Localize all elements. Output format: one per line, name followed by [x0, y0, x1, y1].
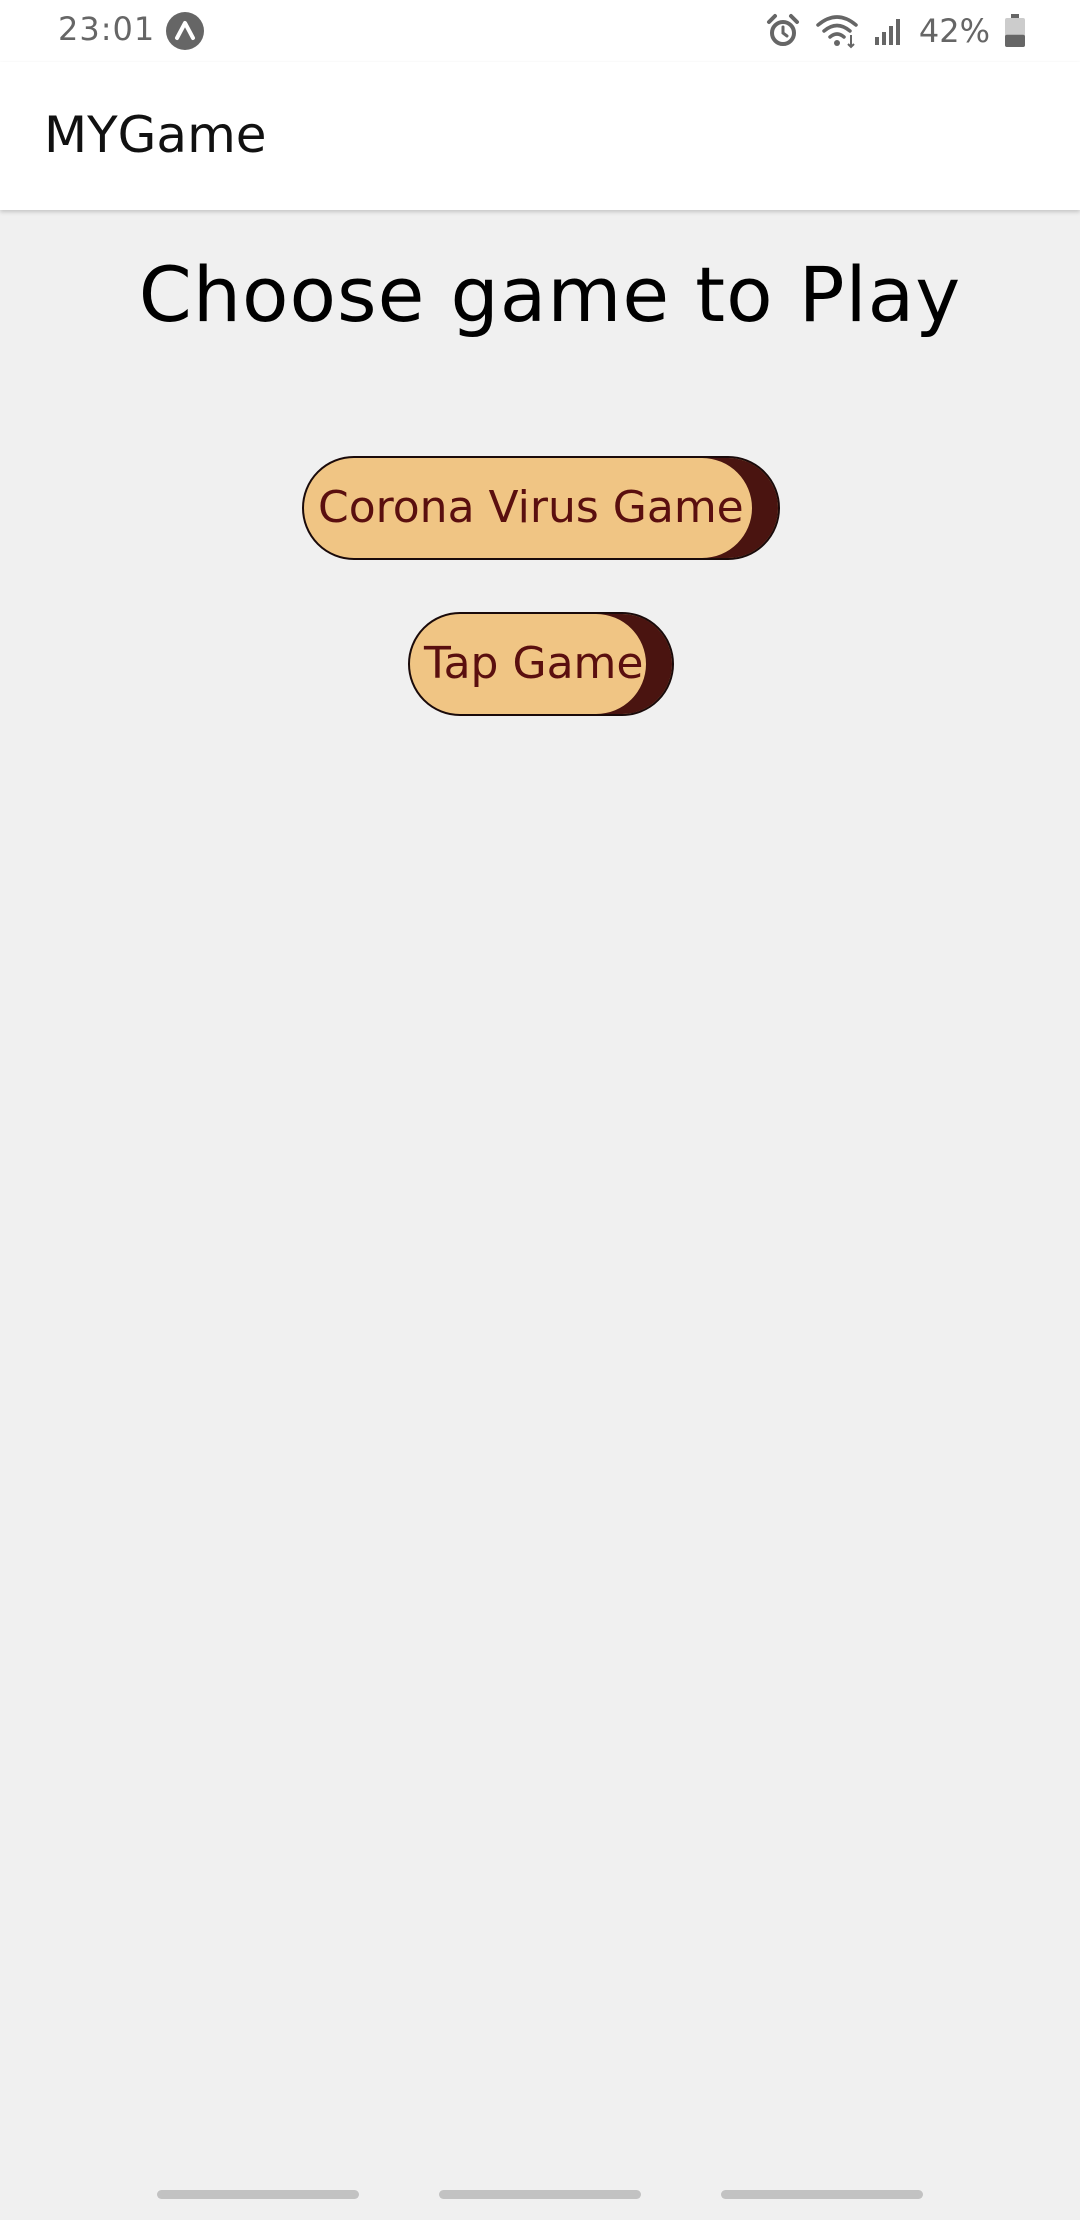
app-bar: MYGame	[0, 62, 1080, 210]
battery-icon	[1004, 14, 1026, 48]
battery-percent: 42%	[918, 12, 990, 50]
navigation-bar	[0, 2190, 1080, 2204]
corona-virus-game-button[interactable]: Corona Virus Game	[302, 456, 780, 560]
signal-icon	[873, 15, 905, 47]
status-time: 23:01	[58, 10, 156, 48]
app-notification-icon	[166, 12, 204, 50]
alarm-icon	[765, 13, 801, 49]
wifi-icon	[815, 13, 859, 49]
nav-back-pill[interactable]	[721, 2190, 923, 2199]
page-heading: Choose game to Play	[138, 250, 962, 339]
nav-home-pill[interactable]	[439, 2190, 641, 2199]
app-title: MYGame	[44, 106, 267, 164]
nav-recents-pill[interactable]	[157, 2190, 359, 2199]
status-bar: 23:01 42%	[0, 0, 1080, 62]
tap-game-button[interactable]: Tap Game	[408, 612, 674, 716]
status-icons: 42%	[765, 8, 1026, 54]
